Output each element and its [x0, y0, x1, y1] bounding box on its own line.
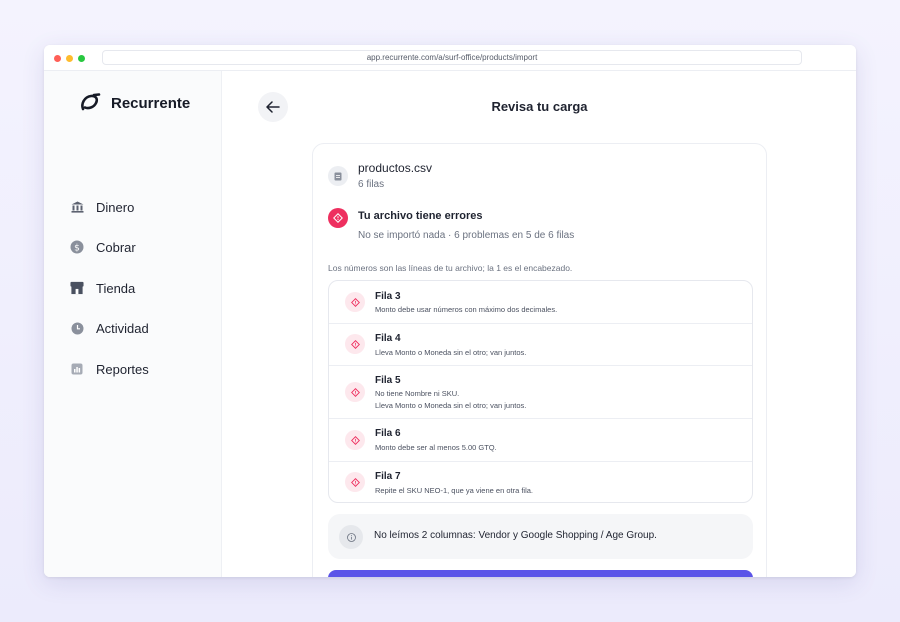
- clock-icon: [70, 321, 84, 335]
- import-review-card: productos.csv 6 filas Tu archivo tiene e…: [312, 143, 767, 577]
- error-row-message: Lleva Monto o Moneda sin el otro; van ju…: [375, 348, 527, 357]
- error-alert-icon: [345, 382, 365, 402]
- error-row-title: Fila 3: [375, 291, 401, 302]
- info-icon: [339, 525, 363, 549]
- browser-chrome: app.recurrente.com/a/surf-office/product…: [44, 45, 856, 71]
- error-list: Fila 3 Monto debe usar números con máxim…: [328, 280, 753, 503]
- file-row-count: 6 filas: [358, 179, 385, 190]
- error-row-title: Fila 5: [375, 375, 401, 386]
- ignored-columns-notice: No leímos 2 columnas: Vendor y Google Sh…: [328, 514, 753, 559]
- address-bar[interactable]: app.recurrente.com/a/surf-office/product…: [102, 50, 802, 65]
- error-row: Fila 4 Lleva Monto o Moneda sin el otro;…: [329, 324, 752, 366]
- browser-window: app.recurrente.com/a/surf-office/product…: [44, 45, 856, 577]
- error-row: Fila 5 No tiene Nombre ni SKU. Lleva Mon…: [329, 366, 752, 419]
- brand-name: Recurrente: [111, 94, 191, 112]
- error-row-title: Fila 6: [375, 428, 401, 439]
- primary-action-button[interactable]: [328, 570, 753, 577]
- error-alert-icon: [345, 472, 365, 492]
- file-icon: [328, 166, 348, 186]
- sidebar-item-reportes[interactable]: Reportes: [70, 358, 149, 380]
- sidebar-item-label: Reportes: [96, 361, 149, 377]
- page-title: Revisa tu carga: [491, 99, 588, 114]
- error-alert-icon: [345, 430, 365, 450]
- sidebar: Recurrente Dinero $ Cobrar Tienda Activi…: [44, 71, 222, 577]
- sidebar-item-label: Actividad: [96, 320, 149, 336]
- brand[interactable]: Recurrente: [79, 92, 190, 114]
- sidebar-item-actividad[interactable]: Actividad: [70, 317, 149, 339]
- error-summary-title: Tu archivo tiene errores: [358, 210, 483, 222]
- error-row-message: Lleva Monto o Moneda sin el otro; van ju…: [375, 401, 527, 410]
- main-content: Revisa tu carga productos.csv 6 filas Tu…: [223, 71, 856, 577]
- error-row-title: Fila 7: [375, 471, 401, 482]
- sidebar-item-dinero[interactable]: Dinero: [70, 196, 134, 218]
- store-icon: [70, 281, 84, 295]
- error-row: Fila 3 Monto debe usar números con máxim…: [329, 281, 752, 324]
- file-name: productos.csv: [358, 161, 433, 175]
- error-row-message: No tiene Nombre ni SKU.: [375, 389, 460, 398]
- bank-icon: [70, 200, 84, 214]
- error-row: Fila 6 Monto debe ser al menos 5.00 GTQ.: [329, 419, 752, 462]
- sidebar-item-label: Cobrar: [96, 239, 136, 255]
- sidebar-item-cobrar[interactable]: $ Cobrar: [70, 236, 136, 258]
- svg-text:$: $: [74, 243, 80, 253]
- sidebar-item-label: Dinero: [96, 199, 135, 215]
- error-alert-icon: [328, 208, 348, 228]
- sidebar-item-label: Tienda: [96, 280, 136, 296]
- recurrente-logo-icon: [81, 93, 101, 111]
- dollar-coin-icon: $: [70, 240, 84, 254]
- error-row-message: Monto debe usar números con máximo dos d…: [375, 305, 558, 314]
- minimize-window-dot[interactable]: [66, 55, 73, 62]
- error-alert-icon: [345, 334, 365, 354]
- error-summary-subtitle: No se importó nada · 6 problemas en 5 de…: [358, 230, 575, 241]
- sidebar-item-tienda[interactable]: Tienda: [70, 277, 135, 299]
- ignored-columns-text: No leímos 2 columnas: Vendor y Google Sh…: [374, 530, 657, 541]
- report-chart-icon: [70, 362, 84, 376]
- error-row: Fila 7 Repite el SKU NEO-1, que ya viene…: [329, 462, 752, 502]
- error-row-title: Fila 4: [375, 333, 401, 344]
- error-row-message: Monto debe ser al menos 5.00 GTQ.: [375, 443, 497, 452]
- maximize-window-dot[interactable]: [78, 55, 85, 62]
- close-window-dot[interactable]: [54, 55, 61, 62]
- line-number-hint: Los números son las líneas de tu archivo…: [328, 263, 573, 273]
- error-row-message: Repite el SKU NEO-1, que ya viene en otr…: [375, 486, 533, 495]
- error-alert-icon: [345, 292, 365, 312]
